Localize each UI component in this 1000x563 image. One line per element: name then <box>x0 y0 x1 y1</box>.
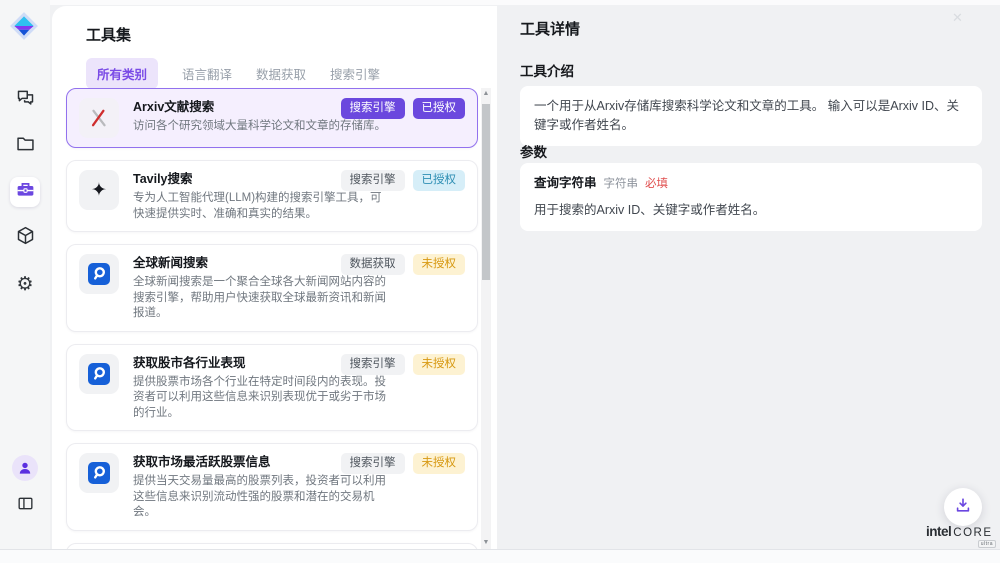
sidebar-nav: ⚙ <box>0 85 50 299</box>
category-tabs: 所有类别 语言翻译 数据获取 搜索引擎 <box>86 58 380 89</box>
sidebar-item-files[interactable] <box>10 131 40 161</box>
tab-all-categories[interactable]: 所有类别 <box>86 58 158 89</box>
tool-description: 专为人工智能代理(LLM)构建的搜索引擎工具，可快速提供实时、准确和真实的结果。 <box>133 191 388 222</box>
param-type: 字符串 <box>604 176 639 193</box>
sidebar-item-models[interactable] <box>10 223 40 253</box>
intro-text-box: 一个用于从Arxiv存储库搜索科学论文和文章的工具。 输入可以是Arxiv ID… <box>520 86 982 146</box>
collapse-panel-icon <box>16 494 35 518</box>
category-badge: 搜索引擎 <box>341 170 405 191</box>
sidebar-bottom <box>0 455 50 521</box>
list-scrollbar[interactable]: ▲ ▼ <box>481 88 491 549</box>
close-icon[interactable]: ✕ <box>952 10 963 26</box>
user-avatar[interactable] <box>12 455 38 481</box>
folder-icon <box>15 133 36 159</box>
search-icon <box>79 453 119 493</box>
intel-core-logo: intel CORE ultra <box>926 524 996 548</box>
tool-card[interactable]: 获取市场最活跃股票信息 提供当天交易量最高的股票列表，投资者可以利用这些信息来识… <box>66 443 478 531</box>
tool-description: 访问各个研究领域大量科学论文和文章的存储库。 <box>133 119 388 135</box>
brand-core: CORE <box>953 527 992 539</box>
auth-status-badge: 已授权 <box>413 98 466 119</box>
scroll-up-icon[interactable]: ▲ <box>481 88 491 100</box>
chat-icon <box>15 87 36 113</box>
tab-language-translation[interactable]: 语言翻译 <box>182 58 232 89</box>
category-badge: 数据获取 <box>341 254 405 275</box>
window-top-edge <box>0 0 1000 5</box>
brand-intel: intel <box>926 524 951 539</box>
tool-card-list: Arxiv文献搜索 访问各个研究领域大量科学论文和文章的存储库。 搜索引擎 已授… <box>66 88 478 549</box>
auth-status-badge: 已授权 <box>413 170 466 191</box>
param-box: 查询字符串 字符串 必填 用于搜索的Arxiv ID、关键字或作者姓名。 <box>520 163 982 231</box>
collapse-sidebar-button[interactable] <box>10 491 40 521</box>
params-heading: 参数 <box>520 141 547 161</box>
tool-description: 全球新闻搜索是一个聚合全球各大新闻网站内容的搜索引擎，帮助用户快速获取全球最新资… <box>133 275 388 322</box>
sidebar-item-tools[interactable] <box>10 177 40 207</box>
tool-card[interactable]: ✦ Tavily搜索 专为人工智能代理(LLM)构建的搜索引擎工具，可快速提供实… <box>66 160 478 232</box>
download-icon <box>954 496 972 519</box>
category-badge: 搜索引擎 <box>341 354 405 375</box>
scroll-down-icon[interactable]: ▼ <box>481 537 491 549</box>
tavily-icon: ✦ <box>79 170 119 210</box>
param-required-flag: 必填 <box>645 176 668 193</box>
scrollbar-thumb[interactable] <box>482 104 490 280</box>
tab-data-acquisition[interactable]: 数据获取 <box>256 58 306 89</box>
category-badge: 搜索引擎 <box>341 453 405 474</box>
search-icon <box>79 254 119 294</box>
sidebar-item-chat[interactable] <box>10 85 40 115</box>
sidebar: ⚙ <box>0 0 50 549</box>
detail-title: 工具详情 <box>520 18 580 39</box>
cube-icon <box>15 225 36 251</box>
sidebar-item-settings[interactable]: ⚙ <box>10 269 40 299</box>
window-bottom-edge <box>0 549 1000 563</box>
tool-description: 提供股票市场各个行业在特定时间段内的表现。投资者可以利用这些信息来识别表现优于或… <box>133 375 388 422</box>
tab-search-engine[interactable]: 搜索引擎 <box>330 58 380 89</box>
param-description: 用于搜索的Arxiv ID、关键字或作者姓名。 <box>534 201 968 220</box>
brand-ultra-badge: ultra <box>978 540 996 548</box>
tool-card[interactable]: 全球新闻搜索 全球新闻搜索是一个聚合全球各大新闻网站内容的搜索引擎，帮助用户快速… <box>66 244 478 332</box>
tool-description: 提供当天交易量最高的股票列表，投资者可以利用这些信息来识别流动性强的股票和潜在的… <box>133 474 388 521</box>
toolbox-icon <box>15 179 36 205</box>
tool-card[interactable]: 获取股市各行业表现 提供股票市场各个行业在特定时间段内的表现。投资者可以利用这些… <box>66 344 478 432</box>
tool-card[interactable]: Arxiv文献搜索 访问各个研究领域大量科学论文和文章的存储库。 搜索引擎 已授… <box>66 88 478 148</box>
app-window: ⚙ 工具集 所有类别 语言 <box>0 0 1000 563</box>
page-title: 工具集 <box>86 24 131 45</box>
download-button[interactable] <box>944 488 982 526</box>
app-logo-icon[interactable] <box>9 11 39 41</box>
search-icon <box>79 354 119 394</box>
gear-icon: ⚙ <box>16 275 33 294</box>
auth-status-badge: 未授权 <box>413 453 466 474</box>
tool-list-panel: 工具集 所有类别 语言翻译 数据获取 搜索引擎 Arxiv文献搜索 访问各个研究… <box>52 6 497 549</box>
intro-heading: 工具介绍 <box>520 60 574 80</box>
param-name: 查询字符串 <box>534 174 597 193</box>
arxiv-icon <box>79 98 119 138</box>
auth-status-badge: 未授权 <box>413 254 466 275</box>
category-badge: 搜索引擎 <box>341 98 405 119</box>
auth-status-badge: 未授权 <box>413 354 466 375</box>
